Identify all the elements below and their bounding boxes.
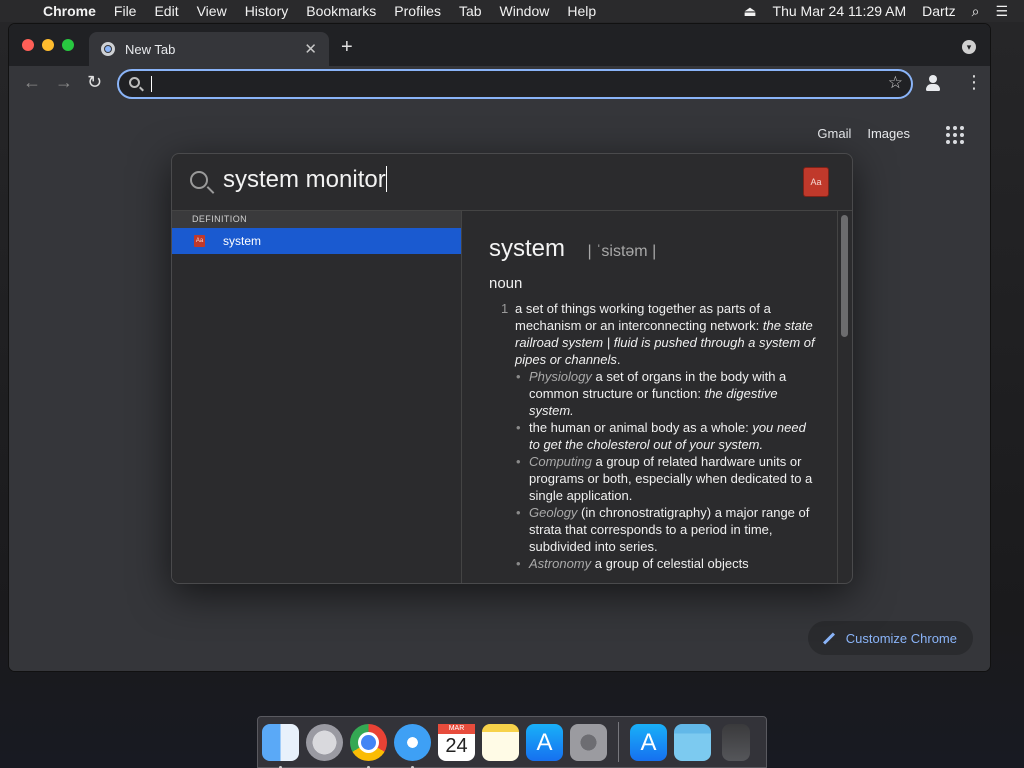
menu-profiles[interactable]: Profiles (385, 0, 450, 22)
control-center-icon[interactable]: ☰ (987, 3, 1016, 20)
spotlight-query-input[interactable]: system monitor (223, 166, 388, 194)
definition-entry: system | ˈsistəm | noun 1 a set of thing… (489, 235, 819, 572)
menu-view[interactable]: View (188, 0, 236, 22)
downloads-folder-icon[interactable] (674, 723, 711, 761)
finder-icon[interactable] (262, 723, 299, 768)
back-button[interactable]: ← (23, 72, 41, 93)
clock[interactable]: Thu Mar 24 11:29 AM (765, 3, 915, 19)
minimize-window-button[interactable] (42, 39, 54, 51)
menu-bar: Chrome File Edit View History Bookmarks … (0, 0, 1024, 22)
chrome-menu-icon[interactable]: ⋮ (965, 72, 983, 93)
gmail-link[interactable]: Gmail (817, 126, 851, 141)
customize-chrome-label: Customize Chrome (845, 630, 957, 646)
subsense-body: • the human or animal body as a whole: y… (516, 420, 806, 452)
window-controls (22, 39, 74, 51)
status-area: ⏏ Thu Mar 24 11:29 AM Dartz ⌕ ☰ (735, 3, 1024, 20)
result-label: system (223, 234, 262, 248)
sense-1: 1 a set of things working together as pa… (501, 301, 815, 367)
notes-icon[interactable] (482, 723, 519, 761)
ntp-links: Gmail Images (817, 126, 910, 141)
tab-title: New Tab (125, 41, 176, 57)
new-tab-button[interactable]: + (341, 36, 353, 59)
subsense-text: a group of celestial objects (591, 556, 749, 571)
safari-icon[interactable] (394, 723, 431, 768)
dictionary-icon: Aa (194, 235, 205, 247)
sense-text: a set of things working together as part… (515, 301, 771, 333)
menu-file[interactable]: File (105, 0, 146, 22)
spotlight-panel: system monitor Aa DEFINITION Aa system s… (171, 153, 853, 584)
calendar-month: MAR (438, 723, 475, 734)
scroll-track (837, 211, 838, 583)
close-tab-icon[interactable]: ✕ (304, 40, 317, 58)
pencil-icon (822, 631, 835, 645)
part-of-speech: noun (489, 275, 523, 292)
trash-icon[interactable] (722, 723, 750, 761)
tab-new-tab[interactable]: New Tab ✕ (89, 32, 329, 66)
menu-help[interactable]: Help (558, 0, 605, 22)
reload-button[interactable]: ↻ (87, 72, 102, 93)
spotlight-preview: system | ˈsistəm | noun 1 a set of thing… (462, 211, 852, 583)
app-store-icon[interactable]: A (526, 723, 563, 761)
spotlight-icon[interactable]: ⌕ (964, 3, 988, 20)
close-window-button[interactable] (22, 39, 34, 51)
spotlight-search-icon (190, 171, 208, 189)
forward-button[interactable]: → (55, 72, 73, 93)
sense-number: 1 (501, 301, 509, 316)
text-caret (151, 76, 152, 92)
menu-edit[interactable]: Edit (145, 0, 187, 22)
eject-icon[interactable]: ⏏ (735, 3, 764, 20)
subsense-computing: • Computing a group of related hardware … (516, 454, 813, 503)
subsense-label: Computing (529, 454, 592, 469)
subsense-text: the human or animal body as a whole: (529, 420, 753, 435)
toolbar: ← → ↻ ☆ ⋮ (9, 66, 990, 102)
tab-search-icon[interactable]: ▾ (962, 40, 976, 54)
subsense-label: Geology (529, 505, 578, 520)
subsense-physiology: • Physiology a set of organs in the body… (516, 369, 787, 418)
chrome-icon[interactable] (350, 723, 387, 768)
dock: MAR 24 A A (257, 716, 767, 768)
headword: system (489, 235, 566, 262)
tab-strip: New Tab ✕ + ▾ (9, 24, 990, 66)
google-apps-icon[interactable] (946, 126, 964, 144)
menu-tab[interactable]: Tab (450, 0, 491, 22)
spotlight-search-bar[interactable]: system monitor Aa (172, 154, 852, 211)
images-link[interactable]: Images (867, 126, 910, 141)
applications-folder-icon[interactable]: A (630, 723, 667, 761)
pronunciation: | ˈsistəm | (587, 243, 657, 260)
search-icon (129, 77, 140, 88)
subsense-astronomy: • Astronomy a group of celestial objects (516, 556, 749, 571)
spotlight-results-list: DEFINITION Aa system (172, 211, 462, 583)
address-bar[interactable]: ☆ (117, 69, 913, 99)
zoom-window-button[interactable] (62, 39, 74, 51)
menu-window[interactable]: Window (491, 0, 559, 22)
result-row-system[interactable]: Aa system (172, 228, 461, 254)
dock-separator (618, 722, 619, 762)
calendar-icon[interactable]: MAR 24 (438, 723, 475, 761)
customize-chrome-button[interactable]: Customize Chrome (807, 621, 973, 655)
dictionary-app-icon: Aa (804, 168, 828, 196)
launchpad-icon[interactable] (306, 723, 343, 761)
calendar-day: 24 (445, 734, 468, 757)
system-preferences-icon[interactable] (570, 723, 607, 761)
menu-bookmarks[interactable]: Bookmarks (297, 0, 385, 22)
bookmark-star-icon[interactable]: ☆ (888, 73, 903, 93)
scrollbar-thumb[interactable] (841, 215, 848, 337)
menu-app-name[interactable]: Chrome (34, 0, 105, 22)
subsense-label: Physiology (529, 369, 592, 384)
spotlight-query-text: system monitor (223, 166, 386, 193)
profile-icon[interactable] (923, 73, 943, 93)
subsense-geology: • Geology (in chronostratigraphy) a majo… (516, 505, 810, 554)
menu-history[interactable]: History (236, 0, 298, 22)
user-name[interactable]: Dartz (914, 3, 963, 19)
chrome-favicon-icon (101, 42, 115, 56)
subsense-label: Astronomy (529, 556, 592, 571)
section-header: DEFINITION (172, 211, 461, 228)
